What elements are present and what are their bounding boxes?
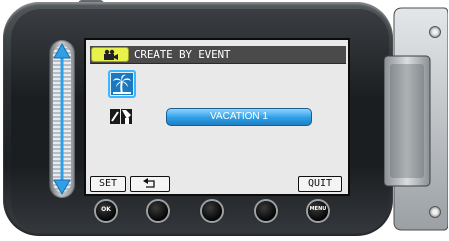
screw-top xyxy=(429,26,441,38)
touch-slider[interactable] xyxy=(49,40,75,198)
mode-chip xyxy=(91,47,129,62)
lcd-screen: CREATE BY EVENT VACATION 1 SET QUIT xyxy=(84,38,350,196)
screw-bottom xyxy=(429,206,441,218)
quit-button[interactable]: QUIT xyxy=(298,176,342,192)
menu-button[interactable]: MENU xyxy=(308,201,328,221)
hardware-button-3[interactable] xyxy=(202,201,222,221)
edit-tag-icon xyxy=(110,109,132,124)
hardware-button-2[interactable] xyxy=(148,201,168,221)
ok-label: OK xyxy=(101,206,111,213)
event-item-selected[interactable] xyxy=(108,70,136,98)
return-button[interactable] xyxy=(130,176,170,192)
hardware-button-4[interactable] xyxy=(256,201,276,221)
video-camera-icon xyxy=(104,49,118,60)
hardware-button-row: OK MENU xyxy=(96,200,328,224)
ok-button[interactable]: OK xyxy=(96,201,116,221)
page-title: CREATE BY EVENT xyxy=(134,48,231,61)
palm-tree-icon xyxy=(111,73,133,95)
event-name-field[interactable]: VACATION 1 xyxy=(166,108,312,126)
return-arrow-icon xyxy=(143,178,155,188)
slider-arrows-icon xyxy=(53,42,71,196)
set-button[interactable]: SET xyxy=(90,176,126,192)
menu-label: MENU xyxy=(309,206,327,212)
lcd-hinge xyxy=(384,7,448,231)
menu-title-bar: CREATE BY EVENT xyxy=(90,46,346,64)
